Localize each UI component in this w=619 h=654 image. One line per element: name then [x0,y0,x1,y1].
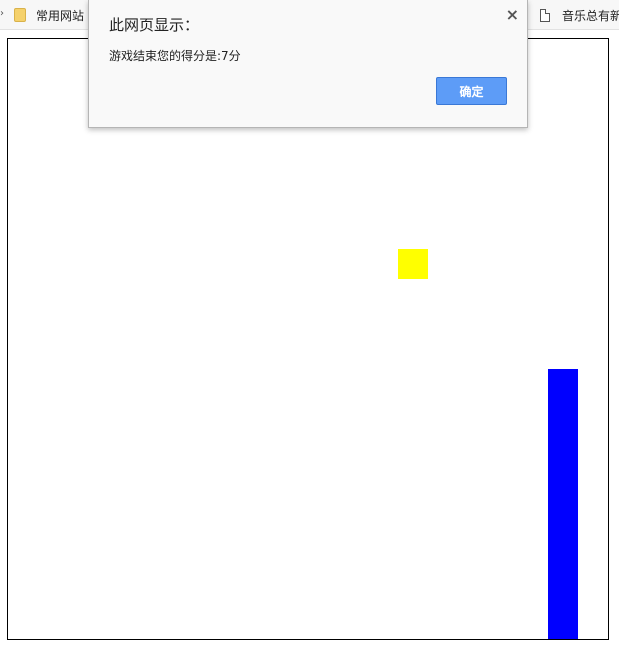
bookmark-folder-common-sites[interactable]: 常用网站 [14,6,84,24]
game-canvas[interactable] [7,38,609,640]
alert-dialog: 此网页显示： × 游戏结束您的得分是:7分 确定 [88,0,528,128]
bookmark-label: 常用网站 [36,8,85,23]
dialog-title: 此网页显示： [109,16,200,34]
ok-button[interactable]: 确定 [436,77,507,105]
chevron-right-icon[interactable]: › [0,8,4,19]
food-block [398,249,428,279]
folder-icon [14,8,26,22]
bookmark-music[interactable]: 音乐总有新 [540,6,619,24]
bookmark-label: 音乐总有新 [562,8,619,23]
page-icon [540,8,550,22]
dialog-message: 游戏结束您的得分是:7分 [109,49,241,63]
paddle-bar [548,369,578,639]
close-icon[interactable]: × [506,5,519,24]
